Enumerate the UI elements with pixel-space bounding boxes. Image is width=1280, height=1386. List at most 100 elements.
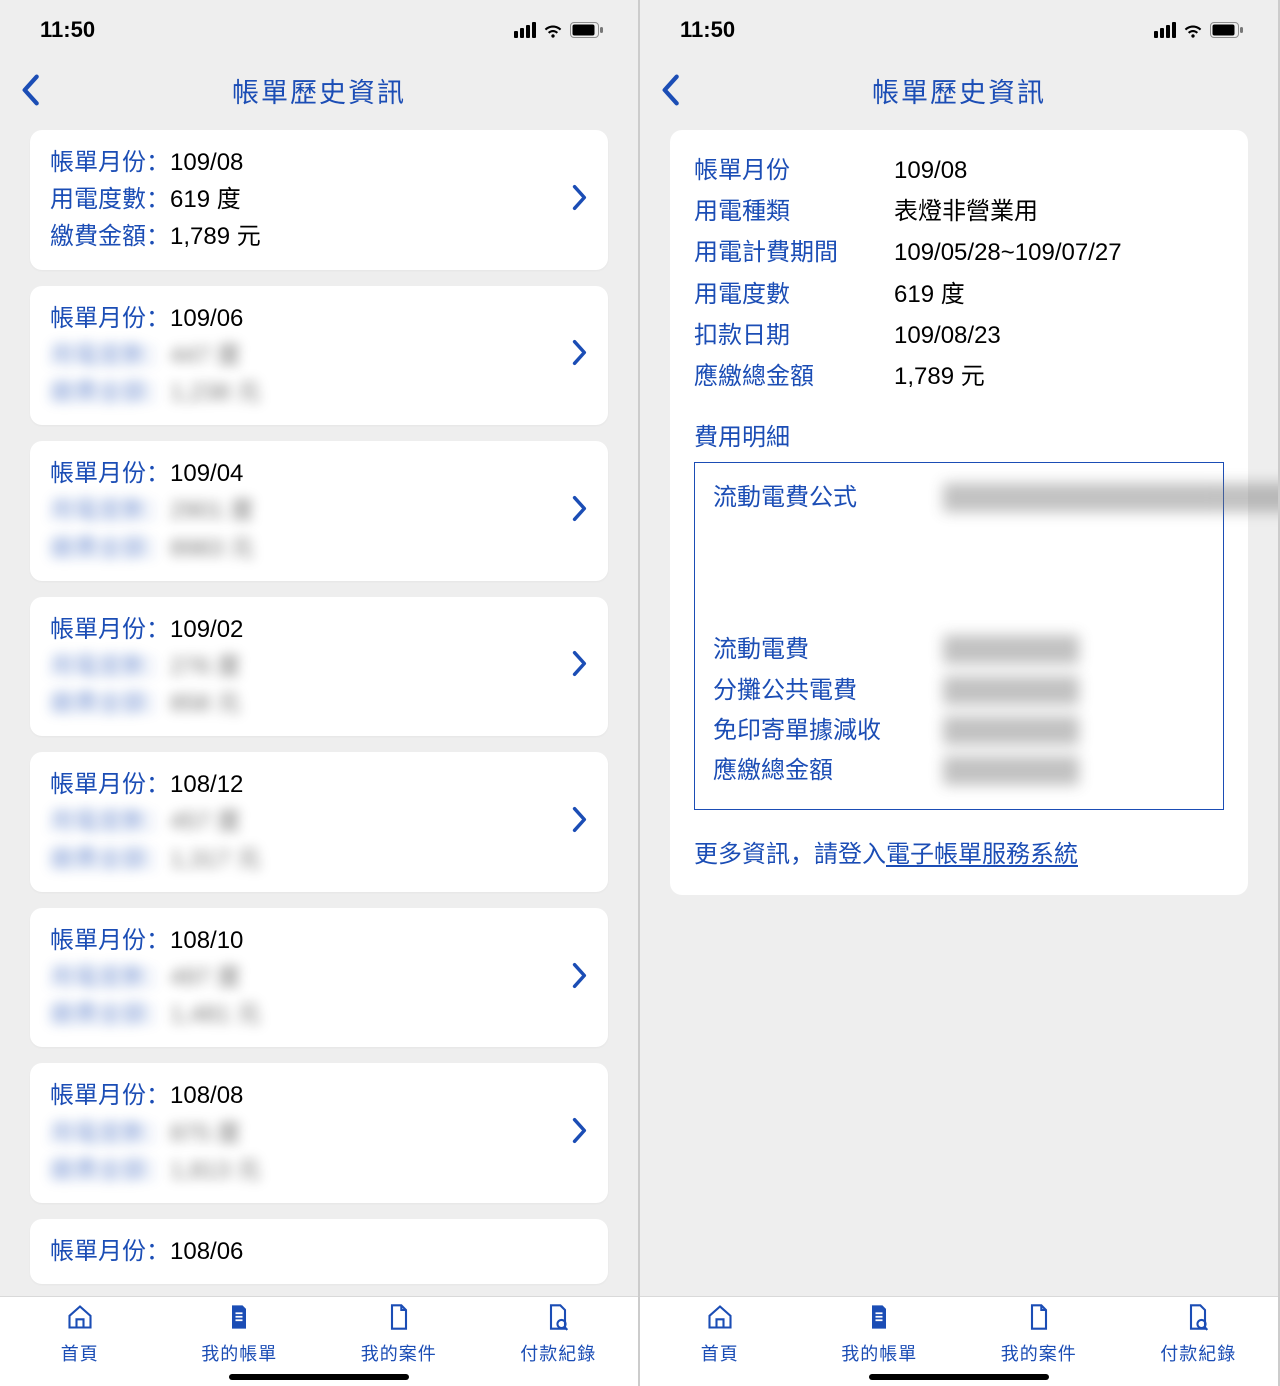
bill-amount-value: 8983 元	[170, 530, 254, 567]
detail-card: 帳單月份109/08用電種類表燈非營業用用電計費期間109/05/28~109/…	[670, 130, 1248, 895]
bill-month-label: 帳單月份：	[50, 144, 170, 181]
fee-row: 分攤公共電費████████	[713, 672, 1205, 710]
fee-formula-redacted: ████████████████████████████████████████…	[943, 479, 1278, 629]
detail-row: 應繳總金額1,789 元	[694, 358, 1224, 395]
more-info: 更多資訊，請登入電子帳單服務系統	[694, 834, 1224, 869]
wifi-icon	[542, 21, 564, 39]
bill-list[interactable]: 帳單月份：109/08用電度數：619 度繳費金額：1,789 元帳單月份：10…	[0, 120, 638, 1296]
bill-month-value: 108/08	[170, 1077, 243, 1114]
fee-row: 應繳總金額████████	[713, 752, 1205, 790]
tab-label: 付款紀錄	[1160, 1340, 1236, 1366]
bill-amount-label: 繳費金額：	[50, 530, 170, 567]
detail-row: 用電度數619 度	[694, 276, 1224, 313]
bill-month-label: 帳單月份：	[50, 1077, 170, 1114]
tab-label: 首頁	[61, 1340, 99, 1366]
bill-amount-label: 繳費金額：	[50, 374, 170, 411]
bill-amount-value: 1,813 元	[170, 1152, 261, 1189]
fee-value-redacted: ████████	[943, 672, 1205, 710]
phone-detail-screen: 11:50 帳單歷史資訊 帳單月份109/08用電種類表燈非營業用用電計費期間1…	[640, 0, 1280, 1386]
home-icon	[66, 1303, 94, 1336]
bill-month-value: 109/04	[170, 455, 243, 492]
ebill-link[interactable]: 電子帳單服務系統	[886, 841, 1078, 868]
fee-key: 流動電費公式	[713, 479, 943, 517]
bill-amount-label: 繳費金額：	[50, 841, 170, 878]
tab-label: 我的帳單	[201, 1340, 277, 1366]
tab-home[interactable]: 首頁	[0, 1303, 160, 1386]
home-indicator	[229, 1374, 409, 1380]
bill-amount-value: 1,317 元	[170, 841, 261, 878]
battery-icon	[1210, 22, 1244, 38]
bill-card[interactable]: 帳單月份：108/10用電度數：497 度繳費金額：1,481 元	[30, 908, 608, 1048]
page-title: 帳單歷史資訊	[640, 71, 1278, 110]
bill-usage-label: 用電度數：	[50, 492, 170, 529]
back-button[interactable]	[0, 60, 60, 120]
bill-usage-value: 2901 度	[170, 492, 254, 529]
phone-list-screen: 11:50 帳單歷史資訊 帳單月份：109/08用電度數：619 度繳費金額：1…	[0, 0, 640, 1386]
bill-card[interactable]: 帳單月份：109/08用電度數：619 度繳費金額：1,789 元	[30, 130, 608, 270]
bill-card[interactable]: 帳單月份：108/12用電度數：457 度繳費金額：1,317 元	[30, 752, 608, 892]
fee-breakdown-box: 流動電費公式██████████████████████████████████…	[694, 462, 1224, 810]
bill-month-label: 帳單月份：	[50, 611, 170, 648]
bill-usage-value: 619 度	[170, 181, 241, 218]
chevron-right-icon	[572, 651, 588, 682]
status-right	[1154, 21, 1244, 39]
bill-amount-value: 1,238 元	[170, 374, 261, 411]
bill-amount-value: 1,789 元	[170, 218, 261, 255]
detail-key: 用電計費期間	[694, 234, 894, 271]
back-button[interactable]	[640, 60, 700, 120]
detail-key: 帳單月份	[694, 152, 894, 189]
bill-card[interactable]: 帳單月份：109/04用電度數：2901 度繳費金額：8983 元	[30, 441, 608, 581]
detail-row: 用電種類表燈非營業用	[694, 193, 1224, 230]
bill-usage-value: 276 度	[170, 648, 241, 685]
fee-key: 流動電費	[713, 631, 943, 669]
bill-amount-value: 858 元	[170, 685, 241, 722]
bill-month-label: 帳單月份：	[50, 300, 170, 337]
chevron-right-icon	[572, 184, 588, 215]
bill-usage-label: 用電度數：	[50, 959, 170, 996]
bill-month-value: 108/12	[170, 766, 243, 803]
bill-month-value: 109/08	[170, 144, 243, 181]
bill-amount-value: 1,481 元	[170, 996, 261, 1033]
chevron-right-icon	[572, 1118, 588, 1149]
bill-card[interactable]: 帳單月份：108/06	[30, 1219, 608, 1284]
detail-value: 1,789 元	[894, 358, 985, 395]
bill-amount-label: 繳費金額：	[50, 1152, 170, 1189]
bill-usage-value: 447 度	[170, 337, 241, 374]
bill-month-label: 帳單月份：	[50, 766, 170, 803]
cases-icon	[385, 1303, 413, 1336]
tab-payments[interactable]: 付款紀錄	[1119, 1303, 1279, 1386]
bills-icon	[865, 1303, 893, 1336]
bill-usage-label: 用電度數：	[50, 181, 170, 218]
status-time: 11:50	[40, 17, 95, 43]
chevron-right-icon	[572, 962, 588, 993]
nav-header: 帳單歷史資訊	[0, 60, 638, 120]
detail-value: 109/08/23	[894, 317, 1001, 354]
bill-month-value: 109/02	[170, 611, 243, 648]
tab-label: 首頁	[701, 1340, 739, 1366]
fee-row: 免印寄單據減收████████	[713, 712, 1205, 750]
status-time: 11:50	[680, 17, 735, 43]
fee-key: 應繳總金額	[713, 752, 943, 790]
tab-payments[interactable]: 付款紀錄	[479, 1303, 639, 1386]
bill-card[interactable]: 帳單月份：109/06用電度數：447 度繳費金額：1,238 元	[30, 286, 608, 426]
tab-label: 付款紀錄	[520, 1340, 596, 1366]
bill-card[interactable]: 帳單月份：108/08用電度數：875 度繳費金額：1,813 元	[30, 1063, 608, 1203]
tab-home[interactable]: 首頁	[640, 1303, 800, 1386]
bill-usage-value: 497 度	[170, 959, 241, 996]
tab-bar: 首頁我的帳單我的案件付款紀錄	[0, 1296, 638, 1386]
bill-usage-label: 用電度數：	[50, 648, 170, 685]
detail-key: 扣款日期	[694, 317, 894, 354]
detail-row: 用電計費期間109/05/28~109/07/27	[694, 234, 1224, 271]
detail-value: 619 度	[894, 276, 965, 313]
detail-value: 109/05/28~109/07/27	[894, 234, 1122, 271]
bill-card[interactable]: 帳單月份：109/02用電度數：276 度繳費金額：858 元	[30, 597, 608, 737]
bill-usage-label: 用電度數：	[50, 337, 170, 374]
home-icon	[706, 1303, 734, 1336]
bill-detail: 帳單月份109/08用電種類表燈非營業用用電計費期間109/05/28~109/…	[640, 120, 1278, 1296]
detail-row: 扣款日期109/08/23	[694, 317, 1224, 354]
bill-usage-label: 用電度數：	[50, 803, 170, 840]
fee-key: 免印寄單據減收	[713, 712, 943, 750]
wifi-icon	[1182, 21, 1204, 39]
status-bar: 11:50	[0, 0, 638, 60]
bill-month-value: 108/06	[170, 1233, 243, 1270]
